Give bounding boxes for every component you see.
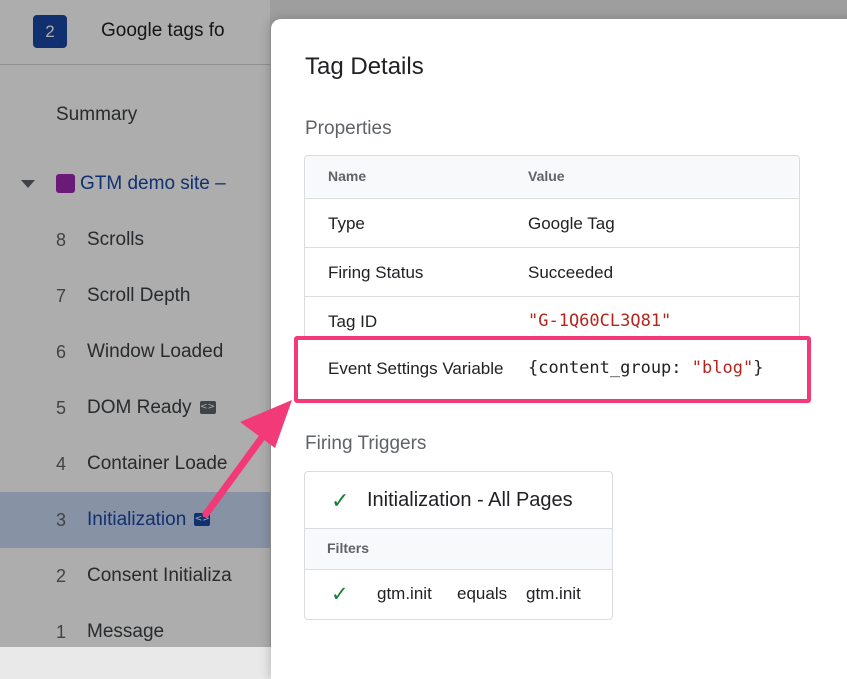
property-value: "G-1Q60CL3Q81"	[528, 311, 672, 331]
highlighted-event-settings-row: Event Settings Variable {content_group: …	[294, 336, 811, 403]
property-name: Tag ID	[328, 312, 378, 331]
trigger-row[interactable]: ✓ Initialization - All Pages	[305, 472, 612, 528]
check-icon: ✓	[331, 582, 349, 606]
property-name: Firing Status	[328, 263, 424, 282]
table-header: Name Value	[305, 156, 799, 197]
filter-variable: gtm.init	[377, 584, 432, 603]
table-row: Firing Status Succeeded	[305, 247, 799, 297]
check-icon: ✓	[331, 489, 350, 514]
filter-value: gtm.init	[526, 584, 581, 603]
value-prefix: {content_group:	[528, 358, 692, 378]
trigger-label: Initialization - All Pages	[367, 489, 573, 511]
firing-triggers-heading: Firing Triggers	[305, 433, 427, 454]
property-name: Event Settings Variable	[328, 359, 504, 378]
column-header-name: Name	[328, 168, 367, 184]
properties-heading: Properties	[305, 118, 392, 139]
page-title: Tag Details	[305, 53, 424, 80]
property-value: Succeeded	[528, 263, 614, 282]
table-row: Type Google Tag	[305, 198, 799, 248]
value-string: "blog"	[691, 358, 754, 378]
property-name: Type	[328, 214, 365, 233]
filter-operator: equals	[457, 584, 508, 603]
filters-heading: Filters	[327, 540, 370, 556]
value-suffix: }	[753, 358, 764, 378]
firing-triggers-card: ✓ Initialization - All Pages Filters ✓ g…	[304, 471, 613, 620]
filter-row: ✓ gtm.init equals gtm.init	[305, 569, 612, 619]
filters-header: Filters	[305, 528, 612, 569]
property-value: Google Tag	[528, 214, 615, 233]
column-header-value: Value	[528, 168, 565, 184]
property-value: {content_group: "blog"}	[528, 358, 763, 378]
